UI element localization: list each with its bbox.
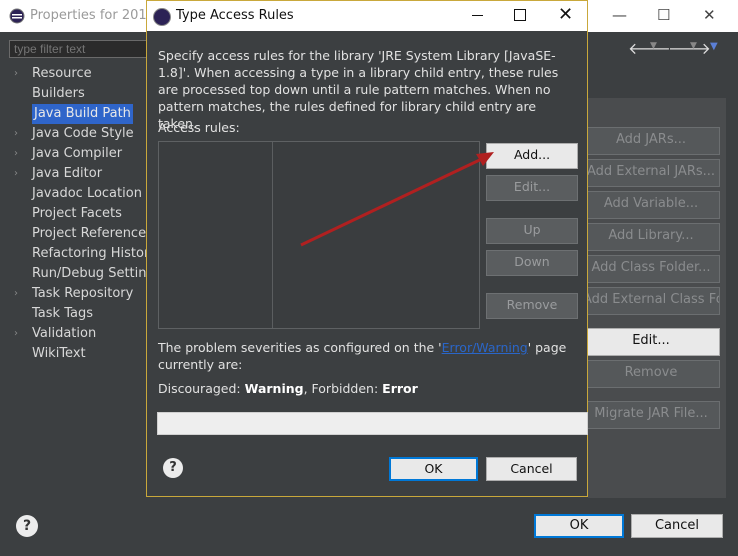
expand-arrow-icon[interactable]: › — [14, 284, 18, 304]
nav-item[interactable]: › Java Compiler — [8, 144, 148, 164]
build-path-button[interactable]: Add Library... — [582, 223, 720, 251]
back-dropdown-icon[interactable]: ▼ — [650, 41, 657, 51]
severity-note: The problem severities as configured on … — [158, 339, 578, 373]
minimize-icon[interactable] — [472, 15, 483, 16]
dialog-titlebar: Type Access Rules ✕ — [147, 1, 587, 31]
nav-item-label: Java Compiler — [32, 146, 123, 161]
close-icon[interactable]: ✕ — [558, 4, 573, 25]
nav-item[interactable]: Javadoc Location — [8, 184, 148, 204]
discouraged-value: Warning — [244, 381, 304, 396]
nav-item[interactable]: Java Build Path — [8, 104, 148, 124]
properties-window-title: Properties for 2016 — [30, 8, 155, 23]
maximize-icon[interactable]: ☐ — [657, 6, 670, 24]
dialog-cancel-button[interactable]: Cancel — [486, 457, 577, 481]
error-warning-link[interactable]: Error/Warning — [442, 340, 528, 355]
column-divider — [272, 142, 273, 328]
discouraged-label: Discouraged: — [158, 381, 245, 396]
close-icon[interactable]: ✕ — [703, 6, 716, 24]
nav-item[interactable]: › Validation — [8, 324, 148, 344]
nav-item[interactable]: Project References — [8, 224, 153, 244]
forbidden-label: , Forbidden: — [303, 381, 383, 396]
nav-item-label: Run/Debug Settings — [32, 266, 162, 281]
nav-item-label: Project Facets — [32, 206, 122, 221]
nav-item-label: Javadoc Location — [32, 186, 142, 201]
nav-item[interactable]: Builders — [8, 84, 148, 104]
build-path-button[interactable]: Add External JARs... — [582, 159, 720, 187]
forward-dropdown-icon[interactable]: ▼ — [690, 41, 697, 51]
nav-item-label: Refactoring History — [32, 246, 158, 261]
edit-rule-button[interactable]: Edit... — [486, 175, 578, 201]
nav-item[interactable]: Refactoring History — [8, 244, 157, 264]
nav-item[interactable]: › Java Editor — [8, 164, 148, 184]
build-path-button[interactable]: Add External Class Folder... — [582, 287, 720, 315]
build-path-button[interactable]: Edit... — [582, 328, 720, 356]
properties-cancel-button[interactable]: Cancel — [631, 514, 723, 538]
nav-item-label: Builders — [32, 86, 85, 101]
nav-item-label: Java Editor — [32, 166, 103, 181]
nav-item-label: Task Tags — [32, 306, 93, 321]
nav-toolbar: 🡐 ▼ 🡒 ▼ ▼ — [628, 38, 728, 60]
message-area — [157, 412, 588, 435]
help-icon[interactable]: ? — [163, 458, 183, 478]
severity-prefix: The problem severities as configured on … — [158, 340, 442, 355]
type-access-rules-dialog: Type Access Rules ✕ Specify access rules… — [146, 0, 588, 497]
nav-item[interactable]: WikiText — [8, 344, 148, 364]
eclipse-icon — [153, 8, 171, 26]
eclipse-icon — [9, 8, 25, 24]
forbidden-value: Error — [382, 381, 418, 396]
remove-rule-button[interactable]: Remove — [486, 293, 578, 319]
expand-arrow-icon[interactable]: › — [14, 144, 18, 164]
expand-arrow-icon[interactable]: › — [14, 164, 18, 184]
severity-values: Discouraged: Warning, Forbidden: Error — [158, 381, 418, 396]
down-rule-button[interactable]: Down — [486, 250, 578, 276]
nav-item[interactable]: › Java Code Style — [8, 124, 148, 144]
up-rule-button[interactable]: Up — [486, 218, 578, 244]
build-path-button[interactable]: Add JARs... — [582, 127, 720, 155]
nav-item-label: Task Repository — [32, 286, 134, 301]
nav-item-label: WikiText — [32, 346, 86, 361]
access-rules-table[interactable] — [158, 141, 480, 329]
nav-item[interactable]: Run/Debug Settings — [8, 264, 162, 284]
expand-arrow-icon[interactable]: › — [14, 124, 18, 144]
maximize-icon[interactable] — [514, 9, 526, 21]
properties-ok-button[interactable]: OK — [534, 514, 624, 538]
add-rule-button[interactable]: Add... — [486, 143, 578, 169]
nav-item[interactable]: Project Facets — [8, 204, 148, 224]
nav-item-label: Java Build Path — [32, 104, 133, 124]
nav-item-label: Validation — [32, 326, 97, 341]
expand-arrow-icon[interactable]: › — [14, 64, 18, 84]
build-path-button[interactable]: Add Variable... — [582, 191, 720, 219]
nav-item-label: Resource — [32, 66, 92, 81]
build-path-button[interactable]: Add Class Folder... — [582, 255, 720, 283]
expand-arrow-icon[interactable]: › — [14, 324, 18, 344]
minimize-icon[interactable]: — — [612, 6, 627, 24]
build-path-button[interactable]: Remove — [582, 360, 720, 388]
dialog-ok-button[interactable]: OK — [389, 457, 478, 481]
nav-item-label: Project References — [32, 226, 153, 241]
nav-item[interactable]: Task Tags — [8, 304, 148, 324]
access-rules-label: Access rules: — [158, 120, 240, 135]
filter-input[interactable] — [9, 40, 149, 58]
nav-item-label: Java Code Style — [32, 126, 134, 141]
properties-nav-tree: › Resource Builders Java Build Path › Java Co… — [8, 64, 162, 504]
dialog-title: Type Access Rules — [176, 8, 294, 23]
view-menu-icon[interactable]: ▼ — [710, 41, 718, 52]
nav-item[interactable]: › Task Repository — [8, 284, 148, 304]
build-path-button[interactable]: Migrate JAR File... — [582, 401, 720, 429]
nav-item[interactable]: › Resource — [8, 64, 148, 84]
help-icon[interactable]: ? — [16, 515, 38, 537]
